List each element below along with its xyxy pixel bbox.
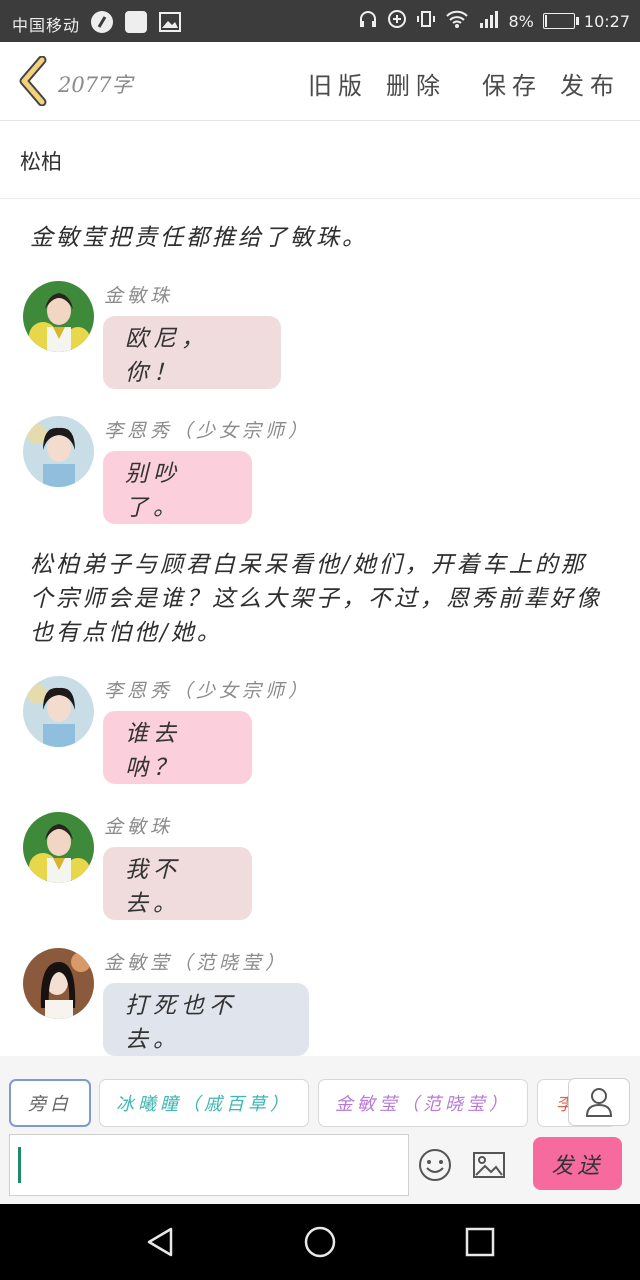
data-saver-icon [387, 9, 407, 33]
avatar[interactable] [23, 676, 94, 747]
back-chevron-icon [19, 55, 47, 107]
speaker-name: 金敏珠 [104, 285, 174, 307]
status-left: 中国移动 [12, 10, 182, 38]
character-manager-button[interactable] [568, 1078, 630, 1126]
nav-home-icon [304, 1226, 336, 1258]
message-bubble[interactable]: 别吵了。 [103, 451, 252, 524]
message-text: 谁去呐？ [125, 720, 181, 781]
role-label: 冰曦瞳（戚百草） [116, 1094, 292, 1115]
editor-header: 2077字 旧版 删除 保存 发布 [0, 42, 640, 121]
speaker-name: 金敏珠 [104, 816, 174, 838]
avatar[interactable] [23, 812, 94, 883]
emoji-icon [419, 1149, 451, 1181]
message-text: 打死也不去。 [125, 992, 237, 1053]
story-title: 松柏 [20, 150, 62, 174]
avatar[interactable] [23, 948, 94, 1019]
status-bar: 中国移动 8% 10:27 [0, 0, 640, 42]
role-selector: 旁白 冰曦瞳（戚百草） 金敏莹（范晓莹） 李 [0, 1076, 640, 1130]
system-nav-bar [0, 1204, 640, 1280]
message-bubble[interactable]: 谁去呐？ [103, 711, 252, 784]
battery-percent: 8% [508, 11, 534, 31]
app-notification-icon [124, 10, 148, 38]
battery-level [544, 15, 547, 27]
vibrate-icon [416, 9, 436, 33]
message-input[interactable] [9, 1134, 409, 1196]
role-label: 金敏莹（范晓莹） [335, 1094, 511, 1115]
carrier-label: 中国移动 [12, 16, 81, 35]
avatar[interactable] [23, 281, 94, 352]
message-bubble[interactable]: 欧尼，你！ [103, 316, 281, 389]
narration-text: 松柏弟子与顾君白呆呆看他/她们，开着车上的那个宗师会是谁？这么大架子，不过，恩秀… [30, 552, 602, 646]
message-text: 我不去。 [125, 856, 181, 917]
role-narrator[interactable]: 旁白 [9, 1079, 91, 1127]
image-icon [473, 1152, 505, 1178]
text-caret [18, 1147, 21, 1183]
person-icon [585, 1088, 613, 1117]
back-button[interactable] [14, 55, 54, 107]
story-content[interactable]: 金敏莹把责任都推给了敏珠。 金敏珠 欧尼，你！ 李恩秀（少女宗师） 别吵了。 松… [0, 199, 640, 1056]
speaker-name: 李恩秀（少女宗师） [104, 680, 312, 702]
story-title-bar[interactable]: 松柏 [0, 121, 640, 199]
message-text: 欧尼，你！ [125, 325, 209, 386]
message-bubble[interactable]: 打死也不去。 [103, 983, 309, 1056]
role-character[interactable]: 冰曦瞳（戚百草） [99, 1079, 309, 1127]
battery-icon [542, 13, 579, 29]
word-count: 2077字 [58, 73, 133, 97]
nav-home-button[interactable] [302, 1224, 338, 1260]
role-character[interactable]: 金敏莹（范晓莹） [318, 1079, 528, 1127]
music-icon [90, 10, 114, 38]
old-version-button[interactable]: 旧版 [308, 66, 368, 101]
publish-button[interactable]: 发布 [560, 66, 620, 101]
nav-recent-icon [465, 1227, 495, 1257]
clock: 10:27 [583, 11, 630, 31]
composer-panel: 旁白 冰曦瞳（戚百草） 金敏莹（范晓莹） 李 发送 [0, 1056, 640, 1204]
avatar[interactable] [23, 416, 94, 487]
status-right: 8% 10:27 [358, 9, 630, 33]
emoji-button[interactable] [417, 1148, 453, 1182]
nav-recent-button[interactable] [462, 1224, 498, 1260]
signal-icon [478, 9, 500, 33]
send-button[interactable]: 发送 [533, 1137, 622, 1190]
wifi-icon [445, 9, 469, 33]
save-button[interactable]: 保存 [482, 66, 542, 101]
nav-back-icon [147, 1227, 173, 1257]
nav-back-button[interactable] [142, 1224, 178, 1260]
image-button[interactable] [471, 1148, 507, 1182]
delete-button[interactable]: 删除 [386, 66, 446, 101]
narration-text: 金敏莹把责任都推给了敏珠。 [30, 225, 368, 251]
gallery-notification-icon [158, 11, 182, 37]
speaker-name: 李恩秀（少女宗师） [104, 420, 312, 442]
role-label: 旁白 [28, 1094, 72, 1115]
headphone-icon [358, 9, 378, 33]
header-actions: 旧版 删除 保存 发布 [308, 66, 620, 101]
message-text: 别吵了。 [125, 460, 181, 521]
message-bubble[interactable]: 我不去。 [103, 847, 252, 920]
speaker-name: 金敏莹（范晓莹） [104, 952, 289, 974]
